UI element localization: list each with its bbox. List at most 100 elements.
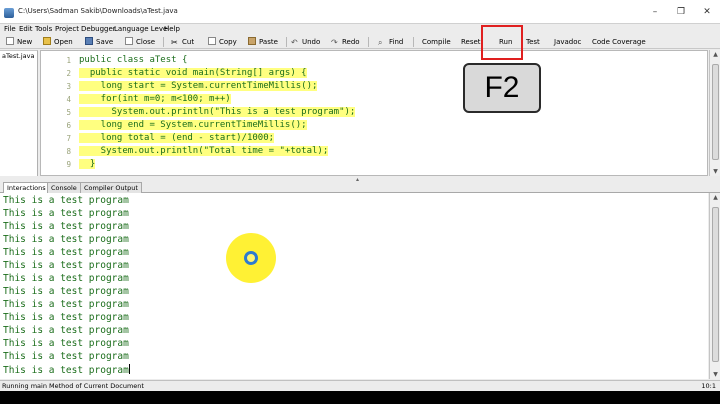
scroll-up-icon[interactable]: ▲ (711, 194, 720, 201)
output-line: This is a test program (3, 338, 129, 349)
copy-button[interactable]: Copy (208, 36, 237, 48)
save-button[interactable]: Save (85, 36, 113, 48)
code-editor[interactable]: 1 2 3 4 5 6 7 8 9 public class aTest { p… (40, 50, 708, 176)
output-line: This is a test program (3, 234, 129, 245)
line-number: 7 (66, 134, 71, 143)
redo-button[interactable]: ↷ Redo (331, 36, 360, 48)
line-number: 2 (66, 69, 71, 78)
output-line: This is a test program (3, 273, 129, 284)
undo-icon: ↶ (291, 38, 298, 47)
interactions-pane[interactable]: This is a test program This is a test pr… (0, 193, 708, 379)
menu-help[interactable]: Help (164, 25, 180, 33)
run-button-annotation (481, 25, 523, 60)
menu-file[interactable]: File (4, 25, 16, 33)
output-line: This is a test program (3, 208, 129, 219)
line-number: 9 (66, 160, 71, 169)
close-label: Close (136, 38, 156, 46)
menu-project[interactable]: Project (55, 25, 79, 33)
open-files-panel: aTest.java (0, 50, 38, 176)
output-line: This is a test program (3, 364, 130, 376)
status-message: Running main Method of Current Document (2, 382, 144, 390)
scroll-thumb[interactable] (712, 207, 719, 362)
copy-label: Copy (219, 38, 237, 46)
line-number: 4 (66, 95, 71, 104)
scroll-down-icon[interactable]: ▼ (711, 168, 720, 175)
compile-button[interactable]: Compile (422, 36, 451, 48)
cut-button[interactable]: ✂ Cut (171, 36, 194, 48)
new-label: New (17, 38, 33, 46)
scissors-icon: ✂ (171, 38, 178, 47)
code-line: long end = System.currentTimeMillis(); (79, 120, 307, 130)
output-line: This is a test program (3, 286, 129, 297)
undo-button[interactable]: ↶ Undo (291, 36, 320, 48)
output-line: This is a test program (3, 247, 129, 258)
cut-label: Cut (182, 38, 195, 46)
bottom-tab-bar: Interactions Console Compiler Output (0, 181, 720, 193)
line-number: 6 (66, 121, 71, 130)
menu-tools[interactable]: Tools (35, 25, 52, 33)
close-file-icon (125, 37, 133, 45)
code-line: } (79, 159, 96, 169)
app-icon (4, 8, 14, 18)
toolbar-separator (413, 37, 414, 47)
close-button[interactable]: Close (125, 36, 155, 48)
clipboard-icon (248, 37, 256, 45)
line-number-gutter: 1 2 3 4 5 6 7 8 9 (41, 51, 75, 175)
open-button[interactable]: Open (43, 36, 73, 48)
code-line: System.out.println("This is a test progr… (79, 107, 356, 117)
minimize-button[interactable]: – (644, 6, 666, 18)
console-scrollbar[interactable]: ▲ ▼ (709, 193, 720, 379)
redo-icon: ↷ (331, 38, 338, 47)
editor-scrollbar[interactable]: ▲ ▼ (709, 50, 720, 176)
file-item[interactable]: aTest.java (2, 52, 34, 60)
title-bar: C:\Users\Sadman Sakib\Downloads\aTest.ja… (0, 0, 720, 24)
text-caret (128, 364, 130, 374)
toolbar-separator (286, 37, 287, 47)
find-button[interactable]: ⌕ Find (378, 36, 403, 48)
undo-label: Undo (302, 38, 321, 46)
f2-key-overlay: F2 (463, 63, 541, 113)
code-line: public class aTest { (79, 55, 188, 65)
output-line: This is a test program (3, 312, 129, 323)
code-coverage-button[interactable]: Code Coverage (592, 36, 646, 48)
tab-compiler-output[interactable]: Compiler Output (80, 182, 142, 193)
scroll-up-icon[interactable]: ▲ (711, 51, 720, 58)
menu-bar: File Edit Tools Project Debugger Languag… (0, 24, 720, 35)
tab-interactions[interactable]: Interactions (3, 182, 50, 193)
line-number: 5 (66, 108, 71, 117)
line-number: 3 (66, 82, 71, 91)
reset-button[interactable]: Reset (461, 36, 481, 48)
paste-button[interactable]: Paste (248, 36, 278, 48)
window-title: C:\Users\Sadman Sakib\Downloads\aTest.ja… (18, 7, 178, 15)
menu-language-level[interactable]: Language Level (114, 25, 169, 33)
output-line-text: This is a test program (3, 365, 129, 376)
code-line: for(int m=0; m<100; m++) (79, 94, 231, 104)
scroll-down-icon[interactable]: ▼ (711, 371, 720, 378)
tab-console[interactable]: Console (47, 182, 81, 193)
scroll-thumb[interactable] (712, 64, 719, 160)
output-line: This is a test program (3, 260, 129, 271)
code-line: System.out.println("Total time = "+total… (79, 146, 329, 156)
code-line: long start = System.currentTimeMillis(); (79, 81, 318, 91)
output-line: This is a test program (3, 195, 129, 206)
output-line: This is a test program (3, 351, 129, 362)
cursor-position: 10:1 (701, 382, 716, 390)
new-file-icon (6, 37, 14, 45)
output-line: This is a test program (3, 221, 129, 232)
paste-label: Paste (259, 38, 278, 46)
javadoc-button[interactable]: Javadoc (554, 36, 581, 48)
close-window-button[interactable]: ✕ (696, 6, 718, 18)
save-label: Save (96, 38, 114, 46)
toolbar-separator (368, 37, 369, 47)
menu-edit[interactable]: Edit (19, 25, 33, 33)
line-number: 8 (66, 147, 71, 156)
redo-label: Redo (342, 38, 360, 46)
test-button[interactable]: Test (526, 36, 540, 48)
video-letterbox (0, 391, 720, 404)
menu-debugger[interactable]: Debugger (81, 25, 116, 33)
drjava-window: C:\Users\Sadman Sakib\Downloads\aTest.ja… (0, 0, 720, 404)
code-line: long total = (end - start)/1000; (79, 133, 275, 143)
new-button[interactable]: New (6, 36, 32, 48)
maximize-button[interactable]: ❐ (670, 6, 692, 18)
status-bar: Running main Method of Current Document … (0, 380, 720, 390)
